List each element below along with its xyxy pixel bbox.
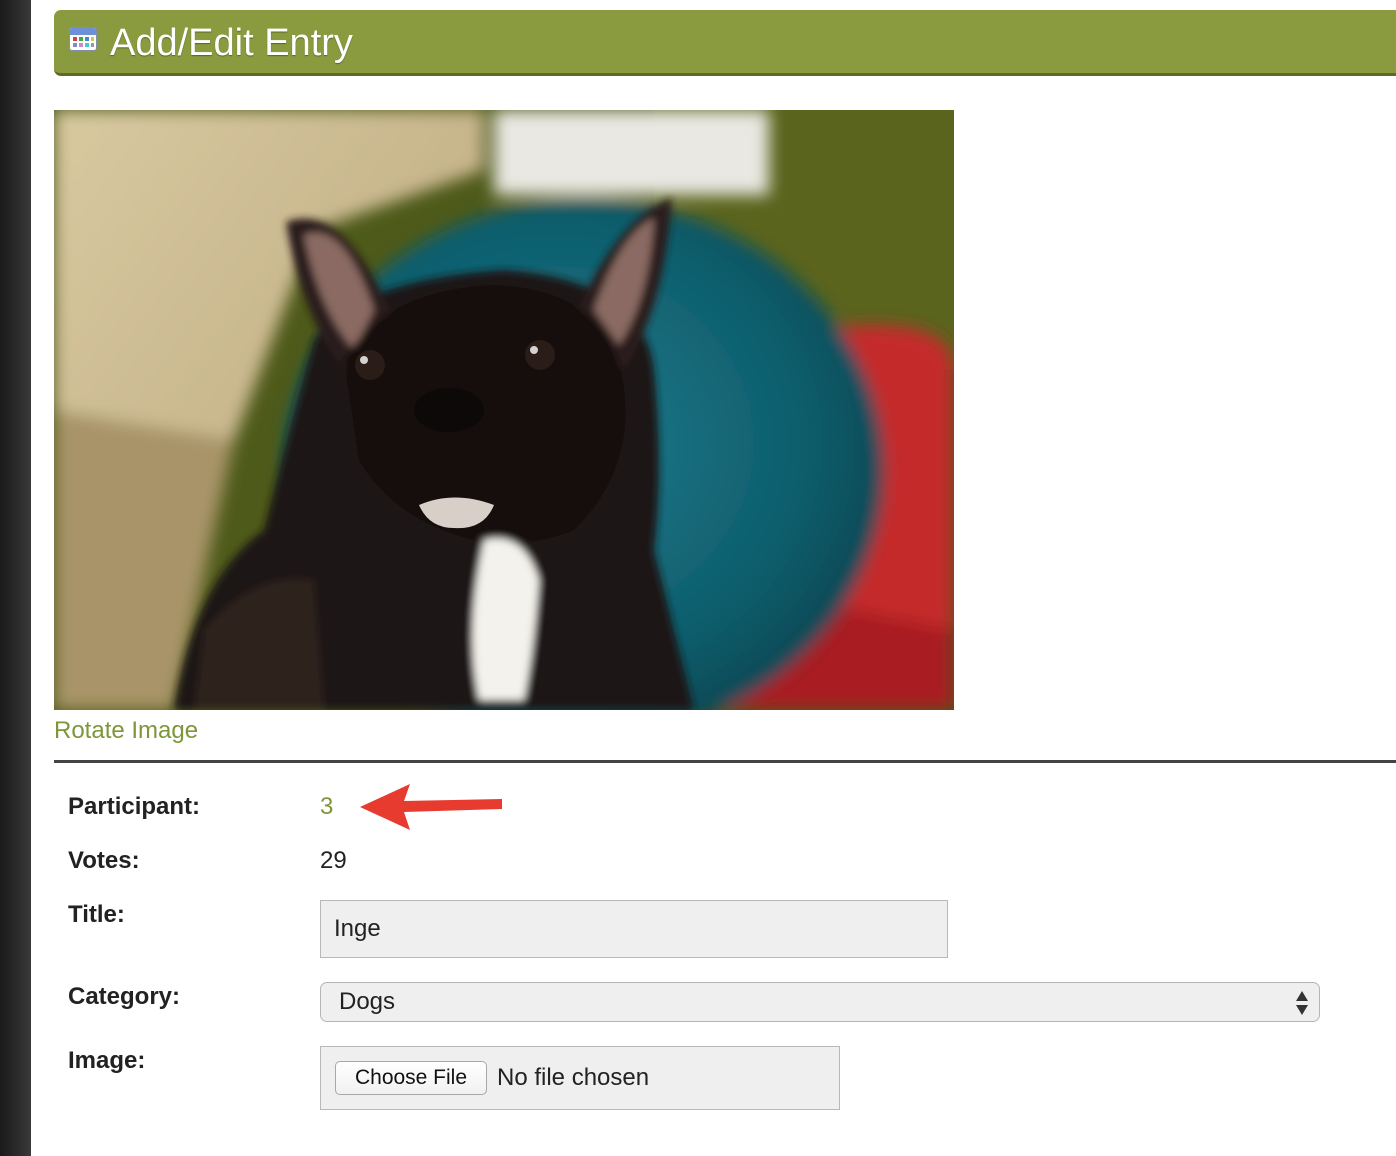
- section-divider: [54, 760, 1396, 763]
- category-selected-value: Dogs: [339, 988, 396, 1015]
- participant-label: Participant:: [68, 793, 201, 820]
- page-header: Add/Edit Entry: [54, 10, 1396, 76]
- votes-label: Votes:: [68, 847, 140, 874]
- file-status-text: No file chosen: [497, 1064, 650, 1091]
- category-select[interactable]: Dogs: [320, 982, 1320, 1022]
- participant-link[interactable]: 3: [320, 792, 333, 822]
- choose-file-button[interactable]: Choose File: [335, 1061, 487, 1095]
- window-edge: [0, 0, 31, 1156]
- votes-value: 29: [320, 847, 347, 874]
- annotation-arrow-icon: [360, 784, 502, 830]
- title-label: Title:: [68, 901, 125, 928]
- title-input[interactable]: [320, 900, 948, 958]
- page-title: Add/Edit Entry: [110, 22, 353, 64]
- calendar-icon: [69, 27, 97, 51]
- rotate-image-link[interactable]: Rotate Image: [54, 715, 198, 747]
- select-arrows-icon: [1296, 991, 1308, 1015]
- entry-image: [54, 110, 954, 710]
- image-label: Image:: [68, 1047, 146, 1074]
- category-label: Category:: [68, 983, 181, 1010]
- image-file-input: Choose File No file chosen: [320, 1046, 840, 1110]
